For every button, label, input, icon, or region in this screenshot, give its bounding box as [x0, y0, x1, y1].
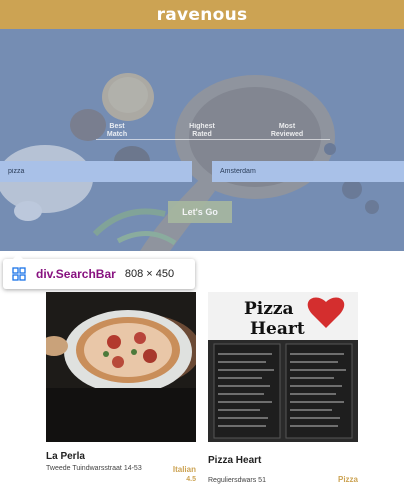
lets-go-button[interactable]: Let's Go [168, 201, 232, 223]
sort-highest-rated[interactable]: Highest Rated [182, 123, 222, 139]
svg-text:Pizza: Pizza [244, 299, 294, 319]
tooltip-arrow [13, 254, 23, 259]
search-term-input[interactable] [0, 161, 192, 182]
business-address: Tweede Tuindwarsstraat 14-53 [46, 465, 142, 472]
sort-most-reviewed[interactable]: Most Reviewed [266, 123, 308, 139]
svg-text:Heart: Heart [250, 319, 305, 339]
sort-options-divider [96, 139, 330, 140]
business-card[interactable]: Pizza Heart Pizza Heart Reguliersdwars 5… [208, 292, 358, 484]
business-category: Italian [172, 465, 196, 474]
tooltip-selector: div.SearchBar [36, 267, 116, 281]
search-bar: Best Match Highest Rated Most Reviewed L… [0, 29, 404, 251]
brand-logo: ravenous [156, 4, 248, 25]
business-rating: 4.5 [186, 476, 196, 483]
business-image-pizza [46, 292, 196, 442]
business-name: Pizza Heart [208, 455, 262, 466]
devtools-element-tooltip: div.SearchBar 808 × 450 [3, 254, 195, 289]
app-header: ravenous [0, 0, 404, 29]
sort-best-match[interactable]: Best Match [100, 123, 134, 139]
business-image-menu-board: Pizza Heart [208, 292, 358, 442]
business-address: Reguliersdwars 51 [208, 477, 266, 484]
grid-layout-icon [12, 267, 26, 281]
business-card[interactable]: La Perla Tweede Tuindwarsstraat 14-53 It… [46, 292, 196, 483]
business-name: La Perla [46, 451, 85, 462]
search-location-input[interactable] [212, 161, 404, 182]
business-category: Pizza [337, 475, 358, 484]
tooltip-size: 808 × 450 [124, 268, 175, 280]
